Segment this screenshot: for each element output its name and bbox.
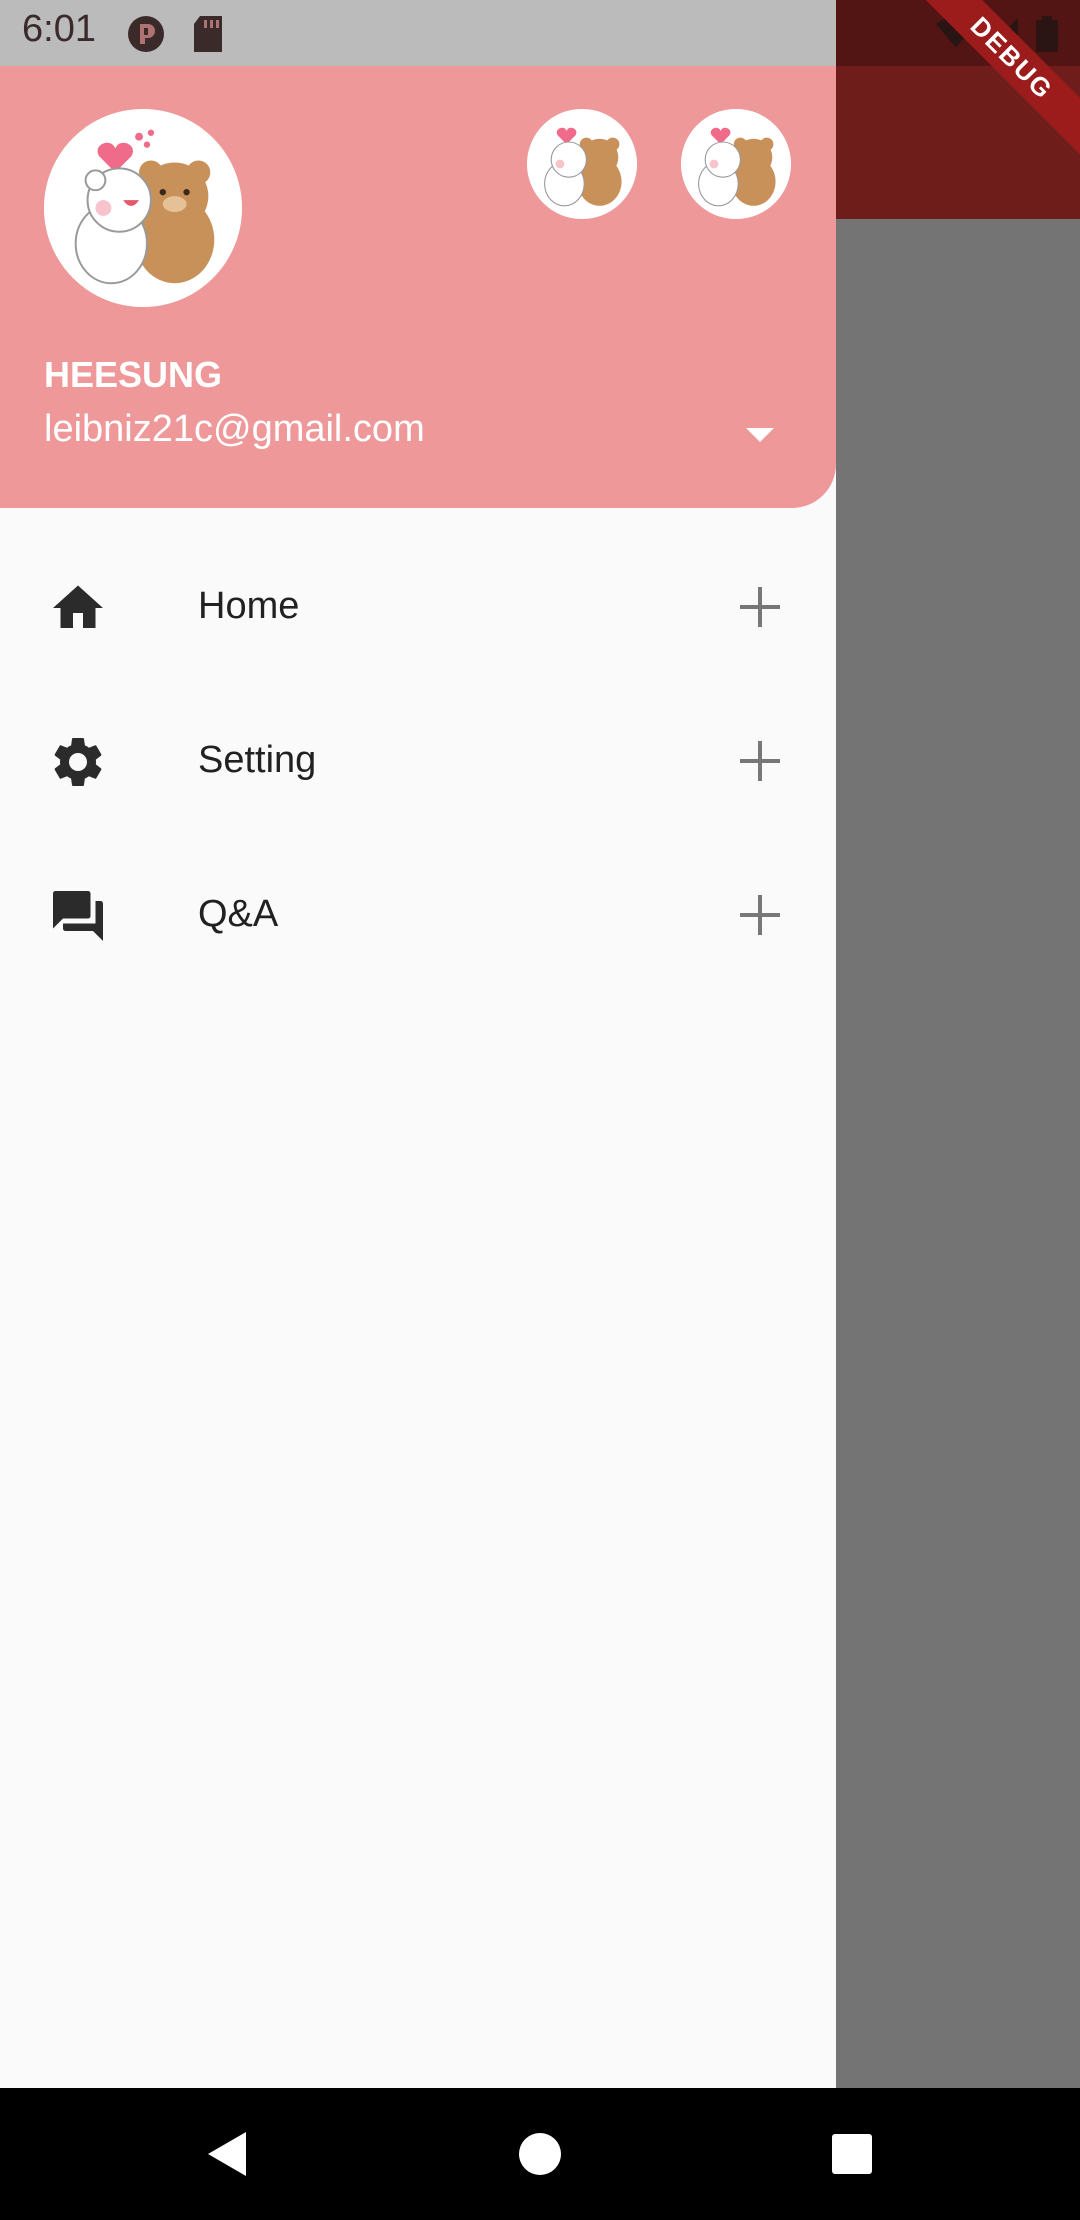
back-icon[interactable]: [202, 2128, 254, 2180]
bears-illustration-icon: [44, 109, 242, 307]
account-name: HEESUNG: [44, 354, 223, 395]
home-icon: [48, 578, 108, 638]
account-email: leibniz21c@gmail.com: [44, 408, 425, 450]
menu-item-label: Setting: [198, 739, 317, 781]
status-time: 6:01: [22, 8, 96, 50]
status-bar: 6:01: [0, 0, 1080, 66]
app-notification-icon: [126, 14, 166, 59]
account-dropdown-icon[interactable]: [740, 416, 780, 456]
current-account-avatar[interactable]: [44, 109, 242, 307]
forum-icon: [48, 886, 108, 946]
menu-item-label: Home: [198, 585, 300, 627]
menu-item-qa[interactable]: Q&A: [0, 839, 836, 993]
battery-icon: [1036, 16, 1058, 57]
bears-illustration-icon: [681, 109, 791, 219]
plus-icon[interactable]: [736, 583, 784, 631]
recents-icon[interactable]: [826, 2128, 878, 2180]
drawer-header: HEESUNG leibniz21c@gmail.com: [0, 66, 836, 508]
menu-item-home[interactable]: Home: [0, 531, 836, 685]
menu-item-label: Q&A: [198, 893, 279, 935]
other-account-avatar[interactable]: [527, 109, 637, 219]
sd-card-icon: [192, 14, 224, 59]
menu-item-setting[interactable]: Setting: [0, 685, 836, 839]
plus-icon[interactable]: [736, 891, 784, 939]
gear-icon: [48, 732, 108, 792]
plus-icon[interactable]: [736, 737, 784, 785]
home-button-icon[interactable]: [514, 2128, 566, 2180]
other-account-avatar[interactable]: [681, 109, 791, 219]
system-navigation-bar: [0, 2088, 1080, 2220]
bears-illustration-icon: [527, 109, 637, 219]
navigation-drawer: HEESUNG leibniz21c@gmail.com Home Settin…: [0, 0, 836, 2088]
